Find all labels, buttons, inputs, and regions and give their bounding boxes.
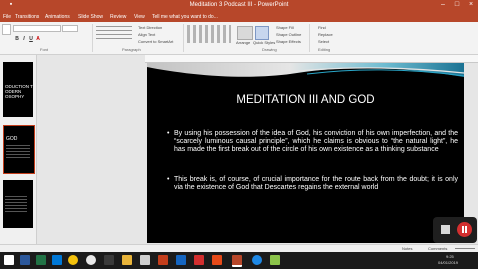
shapes-gallery[interactable] [187,25,231,43]
italic-button[interactable]: I [21,36,27,42]
ribbon-separator [92,24,93,52]
thumbnail-text: ODUCTION TO ODERN OSOPHY [5,84,33,99]
underline-button[interactable]: U [28,36,34,42]
app-icon[interactable] [176,255,186,265]
window-title: Meditation 3 Podcast III - PowerPoint [189,2,289,8]
shape-outline-button[interactable]: Shape Outline [276,32,301,37]
mail-icon[interactable] [52,255,62,265]
align-text-button[interactable]: Align Text [138,32,155,37]
powerpoint-active-icon[interactable] [232,255,242,267]
group-label-paragraph: Paragraph [122,47,141,52]
app-icon[interactable] [270,255,280,265]
tab-view[interactable]: View [134,14,145,20]
word-icon[interactable] [20,255,30,265]
shape-fill-button[interactable]: Shape Fill [276,25,294,30]
text-direction-button[interactable]: Text Direction [138,25,162,30]
slide-thumbnail-6[interactable] [3,180,33,228]
clock-date: 04/01/2019 [438,260,459,265]
quick-styles-icon[interactable] [255,26,269,40]
font-color-button[interactable]: A [35,36,41,42]
select-button[interactable]: Select [318,39,329,44]
ribbon-separator [309,24,310,52]
group-label-font: Font [40,47,49,52]
slide-thumbnail-4[interactable]: ODUCTION TO ODERN OSOPHY [3,62,33,117]
bold-button[interactable]: B [14,36,20,42]
slide-thumbnail-5[interactable]: GOD [3,125,35,174]
tab-file[interactable]: File [3,14,11,20]
stop-icon[interactable] [441,225,450,234]
chrome-icon[interactable] [68,255,78,265]
notes-button[interactable]: Notes [402,246,412,251]
tab-animations[interactable]: Animations [45,14,70,20]
find-button[interactable]: Find [318,25,326,30]
slide-wave-decoration [147,63,464,77]
slide-title[interactable]: MEDITATION III AND GOD [147,94,464,106]
app-icon[interactable] [140,255,150,265]
arrange-icon[interactable] [237,26,253,40]
tab-review[interactable]: Review [110,14,126,20]
ribbon-separator [183,24,184,52]
powerpoint-icon[interactable] [158,255,168,265]
thumbnail-bullets [6,145,30,159]
bullet-icon: • [167,176,170,183]
comments-button[interactable]: Comments [428,246,447,251]
bullet-text: This break is, of course, of crucial imp… [174,176,458,191]
browser-icon[interactable] [86,255,96,265]
convert-smartart-button[interactable]: Convert to SmartArt [138,39,173,44]
edge-icon[interactable] [252,255,262,265]
slide-canvas[interactable]: MEDITATION III AND GOD • By using his po… [147,63,464,243]
close-button[interactable]: × [464,1,478,8]
clock-time: 9:25 [446,254,454,259]
bullet-icon: • [167,130,170,137]
shape-effects-button[interactable]: Shape Effects [276,39,301,44]
font-name-box[interactable] [13,25,61,32]
pause-icon [462,226,464,233]
paste-icon[interactable] [2,24,11,35]
thumbnail-bullets [5,196,27,212]
app-icon[interactable] [212,255,222,265]
quick-styles-button[interactable]: Quick Styles [253,40,275,45]
bullet-point[interactable]: • By using his possession of the idea of… [167,130,458,153]
minimize-button[interactable]: – [436,1,450,8]
thumbnail-text: GOD [6,136,18,142]
app-icon[interactable] [104,255,114,265]
paragraph-controls-icon[interactable] [96,26,132,42]
maximize-button[interactable]: □ [450,1,464,8]
ribbon-tabs: File Transitions Animations Slide Show R… [0,13,478,22]
tell-me-search[interactable]: Tell me what you want to do... [152,14,218,20]
group-label-drawing: Drawing [262,47,277,52]
font-size-box[interactable] [62,25,78,32]
horizontal-ruler [145,55,478,63]
pdf-icon[interactable] [194,255,204,265]
pause-icon [465,226,467,233]
tab-transitions[interactable]: Transitions [15,14,39,20]
explorer-icon[interactable] [122,255,132,265]
group-label-editing: Editing [318,47,331,52]
tab-slide-show[interactable]: Slide Show [78,14,103,20]
replace-button[interactable]: Replace [318,32,333,37]
ribbon: B I U A Font Text Direction Align Text C… [0,22,478,55]
start-icon[interactable] [4,255,14,265]
bullet-point[interactable]: • This break is, of course, of crucial i… [167,176,458,191]
recording-controls [433,217,477,243]
excel-icon[interactable] [36,255,46,265]
arrange-button[interactable]: Arrange [236,40,250,45]
slide-thumbnail-panel[interactable]: ODUCTION TO ODERN OSOPHY GOD [0,55,37,250]
pause-recording-button[interactable] [457,222,472,237]
save-icon[interactable]: ▪ [4,1,18,8]
title-bar: Meditation 3 Podcast III - PowerPoint ▪ … [0,0,478,13]
zoom-slider[interactable] [455,248,475,249]
bullet-text: By using his possession of the idea of G… [174,130,458,153]
